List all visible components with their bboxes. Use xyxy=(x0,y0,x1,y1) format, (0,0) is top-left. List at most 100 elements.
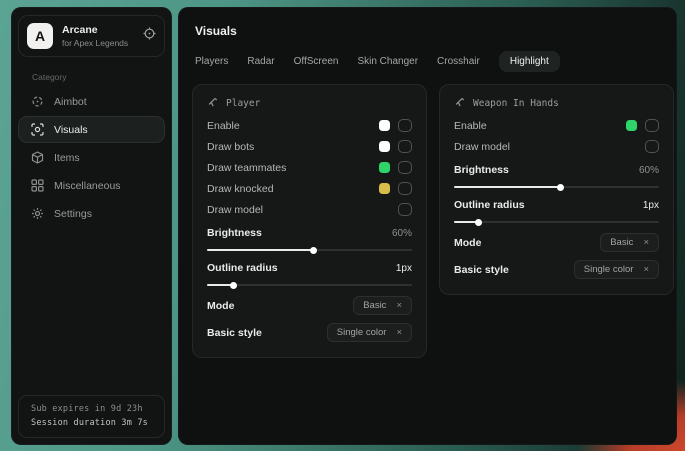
slider-fill[interactable] xyxy=(207,249,314,251)
outline-radius-slider[interactable] xyxy=(207,284,412,286)
clear-icon[interactable]: × xyxy=(643,265,649,275)
color-swatch[interactable] xyxy=(379,120,390,131)
checkbox[interactable] xyxy=(398,119,412,132)
main-panel: Visuals Players Radar OffScreen Skin Cha… xyxy=(178,7,677,445)
toggle-label: Draw knocked xyxy=(207,183,274,195)
tab-skin-changer[interactable]: Skin Changer xyxy=(357,51,418,72)
select-label: Basic style xyxy=(454,264,509,276)
player-panel: Player Enable Draw bots Draw teammates xyxy=(192,84,427,358)
sidebar-item-items[interactable]: Items xyxy=(18,144,165,171)
selected-value: Single color xyxy=(584,264,634,275)
mode-select[interactable]: Basic × xyxy=(600,233,659,252)
slider-label: Outline radius xyxy=(207,262,278,274)
checkbox[interactable] xyxy=(398,182,412,195)
app-subtitle: for Apex Legends xyxy=(62,38,128,48)
items-icon xyxy=(31,151,44,164)
selected-value: Basic xyxy=(363,300,386,311)
tab-players[interactable]: Players xyxy=(195,51,228,72)
brightness-slider[interactable] xyxy=(454,186,659,188)
sidebar-item-miscellaneous[interactable]: Miscellaneous xyxy=(18,172,165,199)
page-title: Visuals xyxy=(195,24,676,38)
sidebar-item-label: Settings xyxy=(54,208,92,220)
slider-row-brightness: Brightness 60% xyxy=(207,223,412,243)
clear-icon[interactable]: × xyxy=(643,238,649,248)
tab-highlight[interactable]: Highlight xyxy=(499,51,560,72)
brightness-slider[interactable] xyxy=(207,249,412,251)
toggle-row-draw-model: Draw model xyxy=(454,136,659,157)
slider-fill[interactable] xyxy=(207,284,234,286)
slider-fill[interactable] xyxy=(454,186,561,188)
select-label: Mode xyxy=(207,300,234,312)
color-swatch[interactable] xyxy=(379,141,390,152)
select-row-basic-style: Basic style Single color × xyxy=(454,257,659,282)
category-label: Category xyxy=(32,72,171,82)
select-row-basic-style: Basic style Single color × xyxy=(207,320,412,345)
subscription-info-box: Sub expires in 9d 23h Session duration 3… xyxy=(18,395,165,438)
slider-row-outline-radius: Outline radius 1px xyxy=(454,195,659,215)
visuals-icon xyxy=(31,123,44,136)
sidebar-nav: Aimbot Visuals Items xyxy=(12,88,171,227)
slider-label: Brightness xyxy=(454,164,509,176)
panels-container: Player Enable Draw bots Draw teammates xyxy=(192,84,676,358)
basic-style-select[interactable]: Single color × xyxy=(574,260,659,279)
sidebar-item-label: Items xyxy=(54,152,80,164)
clear-icon[interactable]: × xyxy=(396,328,402,338)
select-row-mode: Mode Basic × xyxy=(207,293,412,318)
slider-fill[interactable] xyxy=(454,221,479,223)
color-swatch[interactable] xyxy=(379,162,390,173)
toggle-row-draw-teammates: Draw teammates xyxy=(207,157,412,178)
app-name: Arcane xyxy=(62,24,128,36)
selected-value: Basic xyxy=(610,237,633,248)
toggle-label: Draw teammates xyxy=(207,162,286,174)
aimbot-icon xyxy=(31,95,44,108)
gun-icon xyxy=(207,96,219,111)
slider-row-outline-radius: Outline radius 1px xyxy=(207,258,412,278)
tab-crosshair[interactable]: Crosshair xyxy=(437,51,480,72)
tab-bar: Players Radar OffScreen Skin Changer Cro… xyxy=(195,51,676,72)
sidebar: A Arcane for Apex Legends Category xyxy=(11,7,172,445)
slider-value: 60% xyxy=(639,165,659,176)
color-swatch[interactable] xyxy=(626,120,637,131)
sidebar-item-label: Aimbot xyxy=(54,96,87,108)
weapon-panel-title: Weapon In Hands xyxy=(473,98,559,109)
basic-style-select[interactable]: Single color × xyxy=(327,323,412,342)
checkbox[interactable] xyxy=(645,119,659,132)
sidebar-item-visuals[interactable]: Visuals xyxy=(18,116,165,143)
target-button[interactable] xyxy=(143,27,156,45)
mode-select[interactable]: Basic × xyxy=(353,296,412,315)
slider-label: Outline radius xyxy=(454,199,525,211)
select-label: Basic style xyxy=(207,327,262,339)
player-panel-title: Player xyxy=(226,98,260,109)
checkbox[interactable] xyxy=(398,161,412,174)
select-label: Mode xyxy=(454,237,481,249)
sidebar-item-label: Visuals xyxy=(54,124,88,136)
selected-value: Single color xyxy=(337,327,387,338)
outline-radius-slider[interactable] xyxy=(454,221,659,223)
weapon-panel: Weapon In Hands Enable Draw model Bright… xyxy=(439,84,674,295)
gun-icon xyxy=(454,96,466,111)
toggle-row-draw-knocked: Draw knocked xyxy=(207,178,412,199)
miscellaneous-icon xyxy=(31,179,44,192)
sidebar-item-settings[interactable]: Settings xyxy=(18,200,165,227)
app-titles: Arcane for Apex Legends xyxy=(62,24,128,48)
clear-icon[interactable]: × xyxy=(396,301,402,311)
sidebar-item-aimbot[interactable]: Aimbot xyxy=(18,88,165,115)
checkbox[interactable] xyxy=(645,140,659,153)
slider-value: 1px xyxy=(396,263,412,274)
player-panel-header: Player xyxy=(207,94,412,112)
slider-value: 60% xyxy=(392,228,412,239)
sub-expiry-text: Sub expires in 9d 23h xyxy=(31,404,152,414)
tab-radar[interactable]: Radar xyxy=(247,51,274,72)
toggle-row-draw-bots: Draw bots xyxy=(207,136,412,157)
weapon-panel-header: Weapon In Hands xyxy=(454,94,659,112)
toggle-row-draw-model: Draw model xyxy=(207,199,412,220)
color-swatch[interactable] xyxy=(379,183,390,194)
crosshair-icon xyxy=(143,27,156,45)
toggle-label: Draw model xyxy=(207,204,263,216)
checkbox[interactable] xyxy=(398,140,412,153)
session-duration-text: Session duration 3m 7s xyxy=(31,418,152,428)
slider-label: Brightness xyxy=(207,227,262,239)
checkbox[interactable] xyxy=(398,203,412,216)
tab-offscreen[interactable]: OffScreen xyxy=(294,51,339,72)
toggle-label: Enable xyxy=(454,120,487,132)
